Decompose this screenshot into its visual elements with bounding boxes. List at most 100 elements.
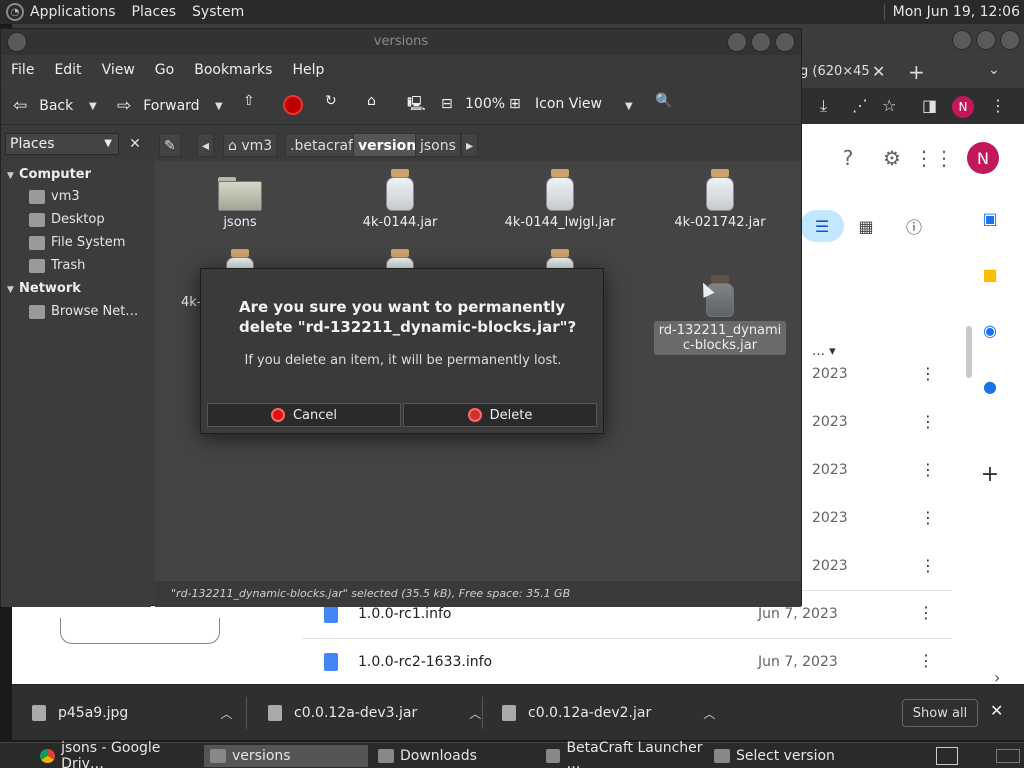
menu-file[interactable]: File — [11, 62, 34, 78]
download-item[interactable]: c0.0.12a-dev3.jar ︿ — [268, 685, 481, 741]
up-arrow-icon[interactable]: ⇧ — [243, 93, 255, 109]
minimize-button[interactable] — [727, 32, 747, 52]
show-all-downloads-button[interactable]: Show all — [902, 699, 978, 727]
download-icon[interactable]: ⤓ — [820, 96, 827, 116]
breadcrumb-vm3[interactable]: ⌂ vm3 — [223, 133, 278, 157]
new-button-outline[interactable] — [60, 618, 220, 644]
zoom-in-button[interactable]: ⊞ — [509, 96, 521, 112]
menu-go[interactable]: Go — [155, 62, 174, 78]
tab-close-icon[interactable]: ✕ — [872, 62, 885, 81]
new-tab-icon[interactable]: + — [908, 60, 925, 84]
close-downloads-bar-icon[interactable]: ✕ — [990, 701, 1003, 720]
download-item[interactable]: c0.0.12a-dev2.jar ︿ — [502, 685, 715, 741]
menu-edit[interactable]: Edit — [54, 62, 81, 78]
view-mode-select[interactable]: Icon View — [535, 96, 602, 112]
cancel-button[interactable]: Cancel — [207, 403, 401, 427]
more-actions-icon[interactable]: ⋮ — [920, 556, 936, 575]
toggle-location-entry-icon[interactable]: ✎ — [159, 133, 181, 157]
task-downloads[interactable]: Downloads — [372, 745, 538, 767]
grid-view-button[interactable]: ▦ — [848, 210, 884, 242]
more-actions-icon[interactable]: ⋮ — [920, 412, 936, 431]
forward-button[interactable]: ⇨ Forward — [117, 96, 200, 116]
more-actions-icon[interactable]: ⋮ — [918, 603, 934, 622]
contacts-icon[interactable]: ● — [978, 374, 1002, 398]
search-icon[interactable]: 🔍 — [655, 93, 672, 109]
back-history-dropdown[interactable]: ▼ — [89, 101, 97, 112]
menu-view[interactable]: View — [102, 62, 135, 78]
back-button[interactable]: ⇦ Back — [13, 96, 73, 116]
zoom-level[interactable]: 100% — [465, 96, 505, 112]
window-menu-button[interactable] — [7, 32, 27, 52]
task-betacraft-launcher[interactable]: BetaCraft Launcher … — [540, 740, 706, 768]
breadcrumb-jsons[interactable]: jsons — [415, 133, 461, 157]
more-actions-icon[interactable]: ⋮ — [920, 460, 936, 479]
sidebar-item-file-system[interactable]: File System — [29, 235, 125, 250]
share-icon[interactable]: ⋰ — [852, 96, 868, 115]
details-button[interactable]: ⓘ — [896, 210, 932, 242]
delete-button[interactable]: Delete — [403, 403, 597, 427]
more-actions-icon[interactable]: ⋮ — [920, 508, 936, 527]
fm-titlebar[interactable]: versions — [1, 29, 801, 55]
more-actions-icon[interactable]: ⋮ — [920, 364, 936, 383]
drive-scrollbar[interactable] — [966, 326, 972, 378]
breadcrumb-scroll-right[interactable]: ▸ — [461, 133, 479, 157]
table-row[interactable]: 1.0.0-rc2-1633.info Jun 7, 2023 ⋮ — [302, 638, 952, 686]
maximize-button[interactable] — [976, 30, 996, 50]
workspace-switcher[interactable] — [996, 749, 1020, 763]
sidebar-item-vm3[interactable]: vm3 — [29, 189, 80, 204]
menu-help[interactable]: Help — [292, 62, 324, 78]
distro-logo-icon[interactable]: ◔ — [6, 3, 24, 21]
chevron-up-icon[interactable]: ︿ — [220, 705, 232, 722]
close-button[interactable] — [1000, 30, 1020, 50]
breadcrumb-scroll-left[interactable]: ◂ — [197, 133, 215, 157]
maximize-button[interactable] — [751, 32, 771, 52]
expand-triangle-icon[interactable]: ▼ — [7, 285, 14, 295]
list-view-button[interactable]: ☰ — [800, 210, 844, 242]
file-item-selected[interactable]: rd-132211_dynamic-blocks.jar — [645, 275, 795, 355]
file-item[interactable]: 4k-021742.jar — [645, 169, 795, 230]
task-select-version[interactable]: Select version — [708, 745, 874, 767]
system-menu[interactable]: System — [192, 4, 244, 20]
sort-direction[interactable]: … ▾ — [812, 344, 836, 359]
home-folder-icon[interactable]: ⌂ — [367, 93, 376, 109]
tasks-icon[interactable]: ◉ — [978, 318, 1002, 342]
keep-icon[interactable]: ■ — [978, 262, 1002, 286]
stop-icon[interactable] — [283, 95, 303, 115]
places-menu[interactable]: Places — [132, 4, 177, 20]
chrome-tab-title[interactable]: g (620×45 — [800, 64, 870, 79]
help-icon[interactable]: ? — [836, 146, 860, 170]
bookmark-star-icon[interactable]: ☆ — [882, 96, 896, 115]
tab-search-chevron-icon[interactable]: ⌄ — [988, 62, 1000, 78]
view-mode-dropdown-icon[interactable]: ▼ — [625, 101, 633, 112]
chrome-profile-avatar[interactable]: N — [952, 96, 974, 118]
computer-icon[interactable]: 🖳 — [407, 93, 426, 117]
calendar-icon[interactable]: ▣ — [978, 206, 1002, 230]
more-actions-icon[interactable]: ⋮ — [918, 651, 934, 670]
side-panel-icon[interactable]: ◨ — [922, 96, 937, 115]
close-button[interactable] — [775, 32, 795, 52]
minimize-button[interactable] — [952, 30, 972, 50]
close-sidebar-icon[interactable]: ✕ — [125, 133, 145, 155]
chrome-menu-icon[interactable]: ⋮ — [990, 96, 1006, 115]
file-item-jsons[interactable]: jsons — [165, 169, 315, 230]
breadcrumb-betacraft[interactable]: .betacraft — [285, 133, 364, 157]
add-addon-icon[interactable]: + — [978, 462, 1002, 487]
drive-account-avatar[interactable]: N — [967, 142, 999, 174]
expand-triangle-icon[interactable]: ▼ — [7, 171, 14, 181]
file-item[interactable]: 4k-0144_lwjgl.jar — [485, 169, 635, 230]
sidebar-item-desktop[interactable]: Desktop — [29, 212, 105, 227]
menu-bookmarks[interactable]: Bookmarks — [194, 62, 272, 78]
sidebar-item-trash[interactable]: Trash — [29, 258, 85, 273]
sidebar-item-browse-network[interactable]: Browse Net… — [29, 304, 138, 319]
chevron-up-icon[interactable]: ︿ — [703, 705, 715, 722]
download-item[interactable]: p45a9.jpg ︿ — [32, 685, 232, 741]
chevron-up-icon[interactable]: ︿ — [469, 705, 481, 722]
settings-gear-icon[interactable]: ⚙ — [880, 146, 904, 170]
forward-history-dropdown[interactable]: ▼ — [215, 101, 223, 112]
sidebar-type-select[interactable]: Places ▼ — [5, 133, 119, 155]
reload-icon[interactable]: ↻ — [325, 93, 337, 109]
applications-menu[interactable]: Applications — [30, 4, 116, 20]
clock[interactable]: Mon Jun 19, 12:06 — [883, 4, 1020, 20]
apps-grid-icon[interactable]: ⋮⋮ — [914, 146, 954, 170]
system-tray-icon[interactable] — [936, 747, 958, 765]
